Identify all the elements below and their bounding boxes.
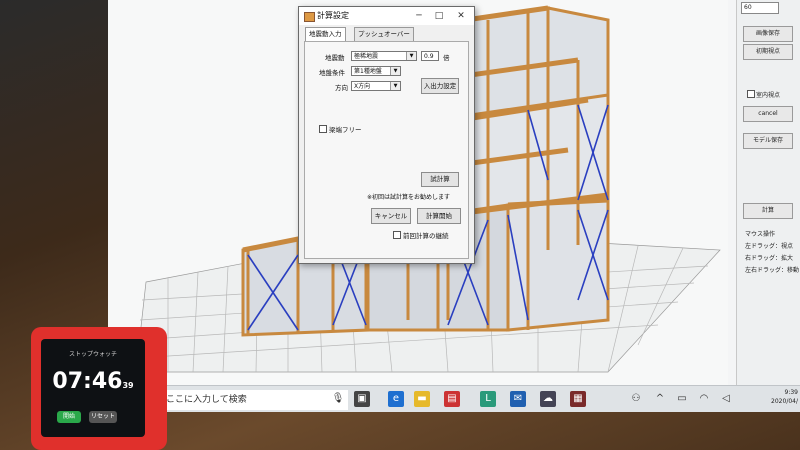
microphone-icon[interactable]: 🎙	[330, 391, 346, 407]
ground-label: 地盤条件	[319, 69, 345, 77]
clock-date: 2020/04/	[771, 398, 798, 405]
chevron-down-icon: ▼	[390, 82, 400, 90]
laptop-screen: 60 画像保存 初期視点 室内視点 cancel モデル保存 計算 マウス操作 …	[108, 0, 800, 412]
mouse-ops-title: マウス操作	[745, 231, 776, 238]
interior-view-label: 室内視点	[756, 92, 781, 99]
interior-view-checkbox[interactable]	[747, 90, 755, 98]
tab-seismic-input[interactable]: 地震動入力	[305, 27, 346, 42]
right-control-panel: 60 画像保存 初期視点 室内視点 cancel モデル保存 計算 マウス操作 …	[736, 0, 800, 385]
stopwatch-time: 07:4639	[41, 369, 145, 394]
edge-browser-icon[interactable]: e	[388, 391, 404, 407]
volume-icon[interactable]: ◁	[718, 391, 734, 407]
beam-free-checkbox[interactable]	[319, 125, 327, 133]
close-icon[interactable]: ✕	[451, 7, 471, 25]
l-app-icon[interactable]: L	[480, 391, 496, 407]
seismic-select[interactable]: 極稀地震 ▼	[351, 51, 417, 61]
trial-calc-button[interactable]: 試計算	[421, 172, 459, 187]
stopwatch-label: ストップウォッチ	[68, 351, 117, 358]
seismic-label: 地震動	[325, 54, 345, 62]
mail-icon[interactable]: ✉	[510, 391, 526, 407]
tab-body: 地震動 極稀地震 ▼ 0.9 倍 地盤条件 第1種地盤 ▼ 入出力設定 方向 X…	[304, 41, 469, 259]
tab-pushover[interactable]: プッシュオーバー	[354, 27, 414, 41]
clock-time: 9:39	[784, 389, 798, 396]
ground-select-value: 第1種地盤	[354, 68, 382, 75]
structure-app-icon[interactable]: ▦	[570, 391, 586, 407]
wifi-icon[interactable]: ◠	[696, 391, 712, 407]
people-icon[interactable]: ⚇	[628, 391, 644, 407]
task-view-icon[interactable]: ▣	[354, 391, 370, 407]
mouse-op-line: 右ドラッグ：拡大	[745, 255, 794, 262]
save-image-button[interactable]: 画像保存	[743, 26, 793, 42]
windows-taskbar: ここに入力して検索 🎙 ▣ e ▬ ▤ L ✉ ☁ ▦ ⚇ ^ ▭ ◠ ◁ 9:…	[108, 385, 800, 412]
initial-view-button[interactable]: 初期視点	[743, 44, 793, 60]
stopwatch-device: ストップウォッチ 07:4639 開始 リセット	[31, 327, 167, 450]
start-calc-button[interactable]: 計算開始	[417, 208, 461, 224]
battery-icon[interactable]: ▭	[674, 391, 690, 407]
taskbar-clock[interactable]: 9:39 2020/04/	[771, 388, 798, 406]
direction-select-value: X方向	[354, 83, 371, 90]
stopwatch-time-main: 07:46	[52, 369, 123, 394]
calc-settings-dialog: 計算設定 ─ □ ✕ 地震動入力 プッシュオーバー 地震動 極稀地震 ▼ 0.9…	[298, 6, 475, 264]
mouse-op-line: 左ドラッグ：視点	[745, 243, 794, 250]
store-icon[interactable]: ▤	[444, 391, 460, 407]
stopwatch-reset-button[interactable]: リセット	[89, 411, 117, 423]
direction-label: 方向	[335, 84, 348, 92]
cancel-button[interactable]: キャンセル	[371, 208, 411, 224]
calc-button[interactable]: 計算	[743, 203, 793, 219]
trial-calc-note: ※初回は試計算をお勧めします	[367, 194, 451, 201]
chevron-down-icon: ▼	[406, 52, 416, 60]
maximize-icon[interactable]: □	[429, 7, 449, 25]
stopwatch-start-button[interactable]: 開始	[57, 411, 81, 423]
minimize-icon[interactable]: ─	[409, 7, 429, 25]
io-settings-button[interactable]: 入出力設定	[421, 78, 459, 94]
value-input[interactable]: 60	[741, 2, 779, 14]
dialog-title: 計算設定	[317, 11, 349, 20]
cloud-app-icon[interactable]: ☁	[540, 391, 556, 407]
save-model-button[interactable]: モデル保存	[743, 133, 793, 149]
dialog-titlebar: 計算設定 ─ □ ✕	[299, 7, 474, 25]
beam-free-label: 梁端フリー	[329, 126, 362, 134]
ground-select[interactable]: 第1種地盤 ▼	[351, 66, 401, 76]
file-explorer-icon[interactable]: ▬	[414, 391, 430, 407]
stopwatch-screen: ストップウォッチ 07:4639 開始 リセット	[41, 339, 145, 437]
factor-input[interactable]: 0.9	[421, 51, 439, 61]
stopwatch-time-sub: 39	[122, 381, 134, 390]
direction-select[interactable]: X方向 ▼	[351, 81, 401, 91]
seismic-select-value: 極稀地震	[354, 53, 379, 60]
continue-prev-checkbox[interactable]	[393, 231, 401, 239]
app-icon	[304, 12, 315, 22]
mouse-op-line: 左右ドラッグ：移動	[745, 267, 800, 274]
chevron-down-icon: ▼	[390, 67, 400, 75]
cancel-view-button[interactable]: cancel	[743, 106, 793, 122]
factor-unit: 倍	[443, 54, 450, 62]
chevron-up-icon[interactable]: ^	[652, 391, 668, 407]
continue-prev-label: 前回計算の継続	[403, 232, 449, 240]
